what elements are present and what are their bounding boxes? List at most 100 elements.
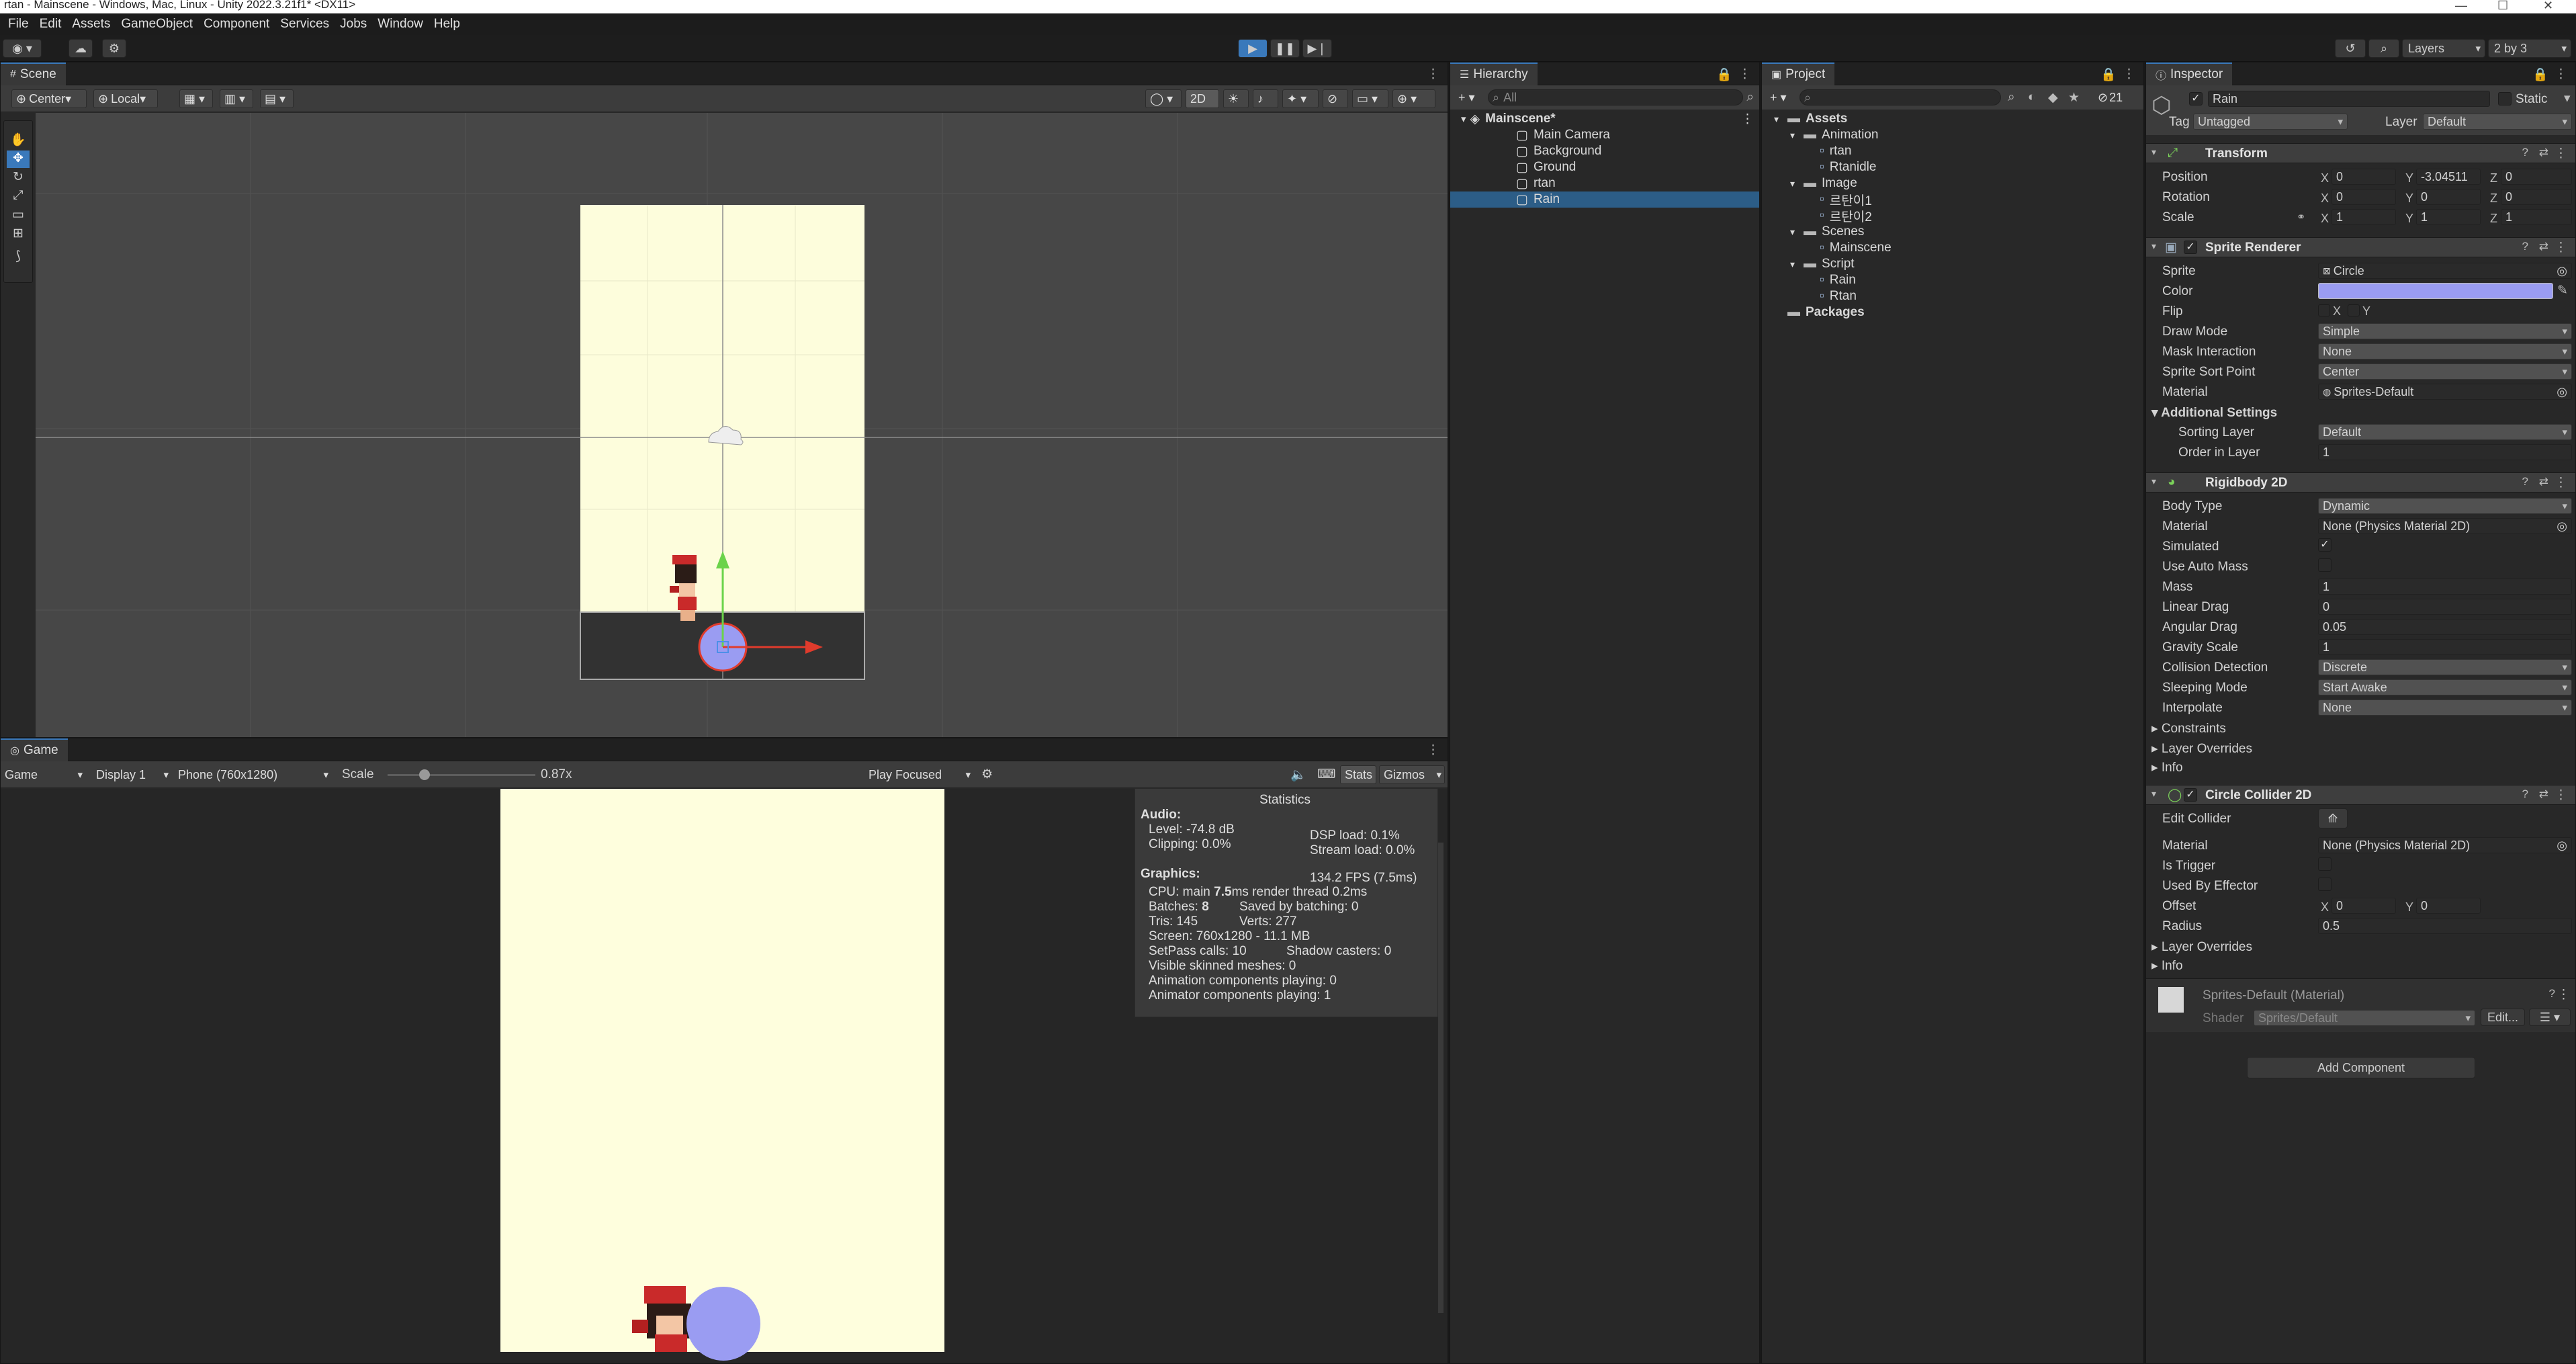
sleeping-mode-dropdown[interactable]: Start Awake (2318, 679, 2572, 695)
filter-by-type-icon[interactable]: ◐ (2028, 90, 2035, 105)
project-item[interactable]: ▾ ▬ Assets (1765, 111, 2141, 127)
play-focused-dropdown[interactable]: Play Focused ▾ (864, 765, 975, 784)
foldout-arrow-icon[interactable]: ▾ (1790, 178, 1801, 189)
position-z[interactable]: 0 (2501, 169, 2572, 185)
rigidbody-2d-header[interactable]: ▾ ◕ Rigidbody 2D ? ⇄ ⋮ (2146, 472, 2575, 493)
radius-input[interactable]: 0.5 (2318, 918, 2572, 934)
sprite-renderer-header[interactable]: ▾ ▣ ✓ Sprite Renderer ? ⇄ ⋮ (2146, 237, 2575, 257)
project-item[interactable]: ▾ ▬ Image (1765, 175, 2141, 191)
menu-help[interactable]: Help (434, 17, 460, 32)
collider-info-foldout[interactable]: ▸ Info (2151, 958, 2183, 974)
project-item[interactable]: ▫ 르탄이2 (1765, 208, 2141, 224)
mass-input[interactable]: 1 (2318, 579, 2572, 595)
kebab-menu-icon[interactable]: ⋮ (2123, 67, 2135, 82)
rotate-tool-icon[interactable]: ↻ (7, 169, 30, 187)
scale-z[interactable]: 1 (2501, 209, 2572, 225)
hand-tool-icon[interactable]: ✋ (7, 132, 30, 149)
grid-visibility-icon[interactable]: ▤ ▾ (260, 89, 294, 108)
collider-material-field[interactable]: None (Physics Material 2D) ◎ (2318, 837, 2572, 853)
resolution-dropdown[interactable]: Phone (760x1280) ▾ (174, 765, 332, 784)
scale-y[interactable]: 1 (2416, 209, 2481, 225)
scene-viewport[interactable] (36, 113, 1448, 737)
effects-icon[interactable]: ✦ ▾ (1282, 89, 1319, 108)
tab-project[interactable]: ▣ Project (1762, 62, 1835, 85)
offset-y[interactable]: 0 (2416, 898, 2481, 914)
hidden-packages-badge[interactable]: ⊘ 21 (2094, 88, 2137, 107)
presets-icon[interactable]: ⇄ (2539, 146, 2548, 159)
project-search-input[interactable]: ⌕ (1800, 89, 2001, 105)
is-trigger-checkbox[interactable] (2318, 857, 2331, 871)
position-x[interactable]: 0 (2331, 169, 2396, 185)
gizmos-icon[interactable]: ⊕ ▾ (1392, 89, 1435, 108)
help-icon[interactable]: ? (2522, 475, 2528, 488)
layers-dropdown[interactable]: Layers ▾ (2402, 39, 2485, 58)
step-button[interactable]: ▶❘ (1302, 39, 1332, 58)
gizmos-dropdown[interactable]: Gizmos ▾ (1379, 765, 1445, 784)
menu-edit[interactable]: Edit (40, 17, 62, 32)
foldout-arrow-icon[interactable]: ▾ (1790, 226, 1801, 238)
game-view-dropdown[interactable]: Game ▾ (1, 765, 87, 784)
rect-tool-icon[interactable]: ▭ (7, 207, 30, 224)
tab-game[interactable]: ◎ Game (1, 738, 68, 761)
project-item[interactable]: ▫ rtan (1765, 143, 2141, 159)
tab-hierarchy[interactable]: ☰ Hierarchy (1450, 62, 1538, 85)
flip-y-checkbox[interactable] (2348, 304, 2360, 316)
scale-slider[interactable] (388, 769, 535, 780)
project-item[interactable]: ▫ Rtanidle (1765, 159, 2141, 175)
edit-collider-button[interactable]: ⟰ (2318, 808, 2348, 828)
foldout-arrow-icon[interactable]: ▾ (2151, 241, 2156, 252)
help-icon[interactable]: ? (2522, 146, 2528, 159)
object-name-input[interactable]: Rain (2208, 91, 2490, 107)
simulated-checkbox[interactable]: ✓ (2318, 538, 2331, 552)
close-icon[interactable]: ✕ (2543, 0, 2553, 13)
collision-detection-dropdown[interactable]: Discrete (2318, 659, 2572, 675)
shortcuts-icon[interactable]: ⌨ (1317, 767, 1335, 782)
transform-header[interactable]: ▾ ⤢ Transform ? ⇄ ⋮ (2146, 143, 2575, 163)
settings-icon[interactable]: ⚙ (981, 767, 993, 782)
project-item[interactable]: ▫ Mainscene (1765, 240, 2141, 256)
use-auto-mass-checkbox[interactable] (2318, 558, 2331, 572)
sorting-layer-dropdown[interactable]: Default (2318, 424, 2572, 440)
flip-x-checkbox[interactable] (2318, 304, 2330, 316)
menu-gameobject[interactable]: GameObject (121, 17, 193, 32)
interpolate-dropdown[interactable]: None (2318, 699, 2572, 716)
tag-dropdown[interactable]: Untagged (2193, 114, 2348, 130)
gravity-scale-input[interactable]: 1 (2318, 639, 2572, 655)
layout-dropdown[interactable]: 2 by 3 ▾ (2488, 39, 2571, 58)
position-y[interactable]: -3.04511 (2416, 169, 2481, 185)
angular-drag-input[interactable]: 0.05 (2318, 619, 2572, 635)
kebab-menu-icon[interactable]: ⋮ (1738, 67, 1751, 82)
edit-shader-button[interactable]: Edit... (2481, 1009, 2525, 1026)
menu-file[interactable]: File (8, 17, 29, 32)
help-icon[interactable]: ? (2549, 987, 2555, 1000)
filter-by-label-icon[interactable]: ◆ (2048, 90, 2058, 105)
circle-collider-2d-header[interactable]: ▾ ◯ ✓ Circle Collider 2D ? ⇄ ⋮ (2146, 785, 2575, 805)
foldout-arrow-icon[interactable]: ▾ (1790, 259, 1801, 270)
project-item[interactable]: ▬ Packages (1765, 304, 2141, 321)
cloud-icon[interactable]: ☁ (69, 39, 93, 58)
rb-info-foldout[interactable]: ▸ Info (2151, 760, 2183, 775)
component-menu-icon[interactable]: ⋮ (2555, 475, 2567, 491)
menu-component[interactable]: Component (204, 17, 269, 32)
lock-icon[interactable]: 🔒 (1716, 67, 1732, 83)
component-menu-icon[interactable]: ⋮ (2555, 240, 2567, 255)
foldout-arrow-icon[interactable]: ▾ (2151, 788, 2156, 800)
hierarchy-item-ground[interactable]: ▢ Ground (1453, 159, 1757, 175)
kebab-menu-icon[interactable]: ⋮ (2555, 67, 2567, 82)
used-by-effector-checkbox[interactable] (2318, 878, 2331, 891)
project-item[interactable]: ▾ ▬ Scenes (1765, 224, 2141, 240)
search-by-type-icon[interactable]: ⌕ (2008, 90, 2015, 105)
color-field[interactable] (2318, 283, 2553, 299)
transform-tool-icon[interactable]: ⊞ (7, 226, 30, 243)
hierarchy-item-rtan[interactable]: ▢ rtan (1453, 175, 1757, 191)
project-item[interactable]: ▫ Rain (1765, 272, 2141, 288)
rotation-y[interactable]: 0 (2416, 189, 2481, 205)
grid-snap-icon[interactable]: ▦ ▾ (179, 89, 213, 108)
collab-settings-icon[interactable]: ⚙ (102, 39, 126, 58)
tab-scene[interactable]: # Scene (1, 62, 66, 85)
menu-window[interactable]: Window (377, 17, 423, 32)
sort-point-dropdown[interactable]: Center (2318, 364, 2572, 380)
scale-x[interactable]: 1 (2331, 209, 2396, 225)
kebab-menu-icon[interactable]: ⋮ (1427, 742, 1439, 758)
favorite-icon[interactable]: ★ (2068, 90, 2080, 105)
